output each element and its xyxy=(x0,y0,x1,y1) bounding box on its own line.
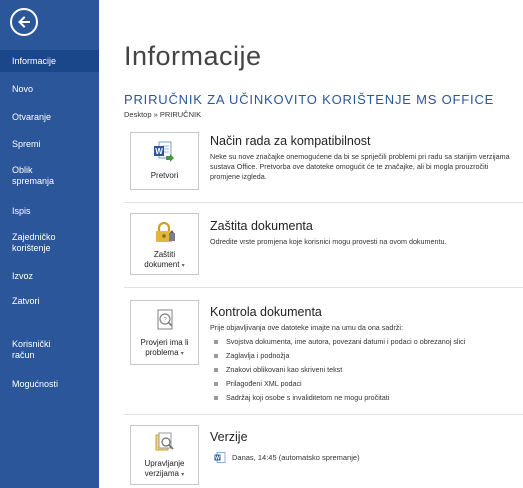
nav-item-label: Novo xyxy=(12,84,34,94)
bullet-square-icon xyxy=(214,381,218,386)
check-issues-button[interactable]: ? Provjeri ima li problema ▾ xyxy=(130,300,199,365)
compat-description: Neke su nove značajke onemogućene da bi … xyxy=(210,152,510,181)
bullet-square-icon xyxy=(214,395,218,400)
manage-versions-icon xyxy=(155,432,174,451)
backstage-sidebar: Informacije Novo Otvaranje Spremi Oblik … xyxy=(0,0,99,488)
manage-versions-button[interactable]: Upravljanje verzijama ▾ xyxy=(130,425,199,485)
check-issues-label-line2: problema ▾ xyxy=(131,348,198,359)
inspect-item-text: Svojstva dokumenta, ime autora, povezani… xyxy=(226,337,466,346)
bullet-square-icon xyxy=(214,353,218,358)
dropdown-caret-icon: ▾ xyxy=(181,472,185,478)
inspect-item: Zaglavlja i podnožja xyxy=(214,351,290,360)
nav-item-informacije[interactable]: Informacije xyxy=(0,50,99,72)
bullet-square-icon xyxy=(214,339,218,344)
nav-item-label: Izvoz xyxy=(12,271,34,281)
nav-item-label: Oblik spremanja xyxy=(12,165,55,186)
inspect-document-icon: ? xyxy=(157,309,173,330)
document-path: Desktop » PRIRUČNIK xyxy=(124,110,202,119)
inspect-item: Prilagođeni XML podaci xyxy=(214,379,302,388)
versions-heading: Verzije xyxy=(210,430,248,444)
nav-item-novo[interactable]: Novo xyxy=(0,84,99,95)
manage-versions-label: Upravljanje verzijama ▾ xyxy=(131,459,198,480)
nav-item-label: Ispis xyxy=(12,206,31,216)
convert-button[interactable]: W Pretvori xyxy=(130,132,199,190)
page-title: Informacije xyxy=(124,41,262,71)
inspect-heading: Kontrola dokumenta xyxy=(210,305,322,319)
protect-button-label: Zaštiti dokument ▾ xyxy=(131,250,198,271)
protect-description: Odredite vrste promjena koje korisnici m… xyxy=(210,237,447,246)
dropdown-caret-icon: ▾ xyxy=(180,351,184,357)
section-divider xyxy=(124,287,523,288)
check-issues-label-line1: Provjeri ima li xyxy=(140,338,189,347)
nav-item-label: Mogućnosti xyxy=(12,379,59,389)
nav-item-zatvori[interactable]: Zatvori xyxy=(0,296,99,307)
nav-item-label: Korisnički račun xyxy=(12,339,51,360)
nav-item-label: Zajedničko korištenje xyxy=(12,232,56,253)
version-entry-text: Danas, 14:45 (automatsko spremanje) xyxy=(232,453,360,462)
nav-item-korisnicki-racun[interactable]: Korisnički račun xyxy=(0,339,60,361)
manage-versions-label-line2: verzijama ▾ xyxy=(131,469,198,480)
svg-text:W: W xyxy=(155,147,163,156)
inspect-description: Prije objavljivanja ove datoteke imajte … xyxy=(210,323,403,332)
inspect-item-text: Sadržaj koji osobe s invaliditetom ne mo… xyxy=(226,393,390,402)
back-button[interactable] xyxy=(10,8,38,36)
svg-text:W: W xyxy=(215,456,220,462)
check-issues-label: Provjeri ima li problema ▾ xyxy=(131,338,198,359)
section-divider xyxy=(124,202,523,203)
document-title: PRIRUČNIK ZA UČINKOVITO KORIŠTENJE MS OF… xyxy=(124,92,495,107)
info-panel: Informacije PRIRUČNIK ZA UČINKOVITO KORI… xyxy=(99,0,523,488)
protect-label-line1: Zaštiti xyxy=(153,250,176,259)
section-divider xyxy=(124,414,523,415)
word-document-icon: W xyxy=(214,452,226,463)
version-entry[interactable]: W Danas, 14:45 (automatsko spremanje) xyxy=(214,452,360,463)
bullet-square-icon xyxy=(214,367,218,372)
protect-heading: Zaštita dokumenta xyxy=(210,219,313,233)
nav-item-label: Zatvori xyxy=(12,296,40,306)
manage-versions-label-line1: Upravljanje xyxy=(144,459,185,468)
inspect-item: Sadržaj koji osobe s invaliditetom ne mo… xyxy=(214,393,389,402)
compat-heading: Način rada za kompatibilnost xyxy=(210,134,371,148)
back-arrow-icon xyxy=(18,16,30,28)
inspect-item: Znakovi oblikovani kao skriveni tekst xyxy=(214,365,342,374)
check-issues-label-text: problema xyxy=(145,348,179,357)
inspect-item-text: Znakovi oblikovani kao skriveni tekst xyxy=(226,365,343,374)
nav-item-label: Spremi xyxy=(12,139,41,149)
inspect-item: Svojstva dokumenta, ime autora, povezani… xyxy=(214,337,465,346)
nav-item-spremi[interactable]: Spremi xyxy=(0,139,99,150)
inspect-item-text: Prilagođeni XML podaci xyxy=(226,379,302,388)
protect-label-line2: dokument ▾ xyxy=(131,260,198,271)
nav-item-label: Otvaranje xyxy=(12,112,52,122)
protect-label-text: dokument xyxy=(144,260,180,269)
nav-item-izvoz[interactable]: Izvoz xyxy=(0,271,99,282)
nav-item-mogucnosti[interactable]: Mogućnosti xyxy=(0,379,99,390)
nav-item-label: Informacije xyxy=(12,55,57,66)
dropdown-caret-icon: ▾ xyxy=(181,263,185,269)
inspect-item-text: Zaglavlja i podnožja xyxy=(226,351,290,360)
word-convert-icon: W xyxy=(153,141,174,162)
nav-item-otvaranje[interactable]: Otvaranje xyxy=(0,112,99,123)
lock-icon xyxy=(155,222,175,242)
nav-item-ispis[interactable]: Ispis xyxy=(0,206,99,217)
nav-item-zajednicko-koristenje[interactable]: Zajedničko korištenje xyxy=(0,232,80,254)
protect-document-button[interactable]: Zaštiti dokument ▾ xyxy=(130,213,199,275)
nav-item-oblik-spremanja[interactable]: Oblik spremanja xyxy=(0,165,70,187)
convert-button-label: Pretvori xyxy=(150,171,179,180)
manage-versions-label-text: verzijama xyxy=(144,469,179,478)
